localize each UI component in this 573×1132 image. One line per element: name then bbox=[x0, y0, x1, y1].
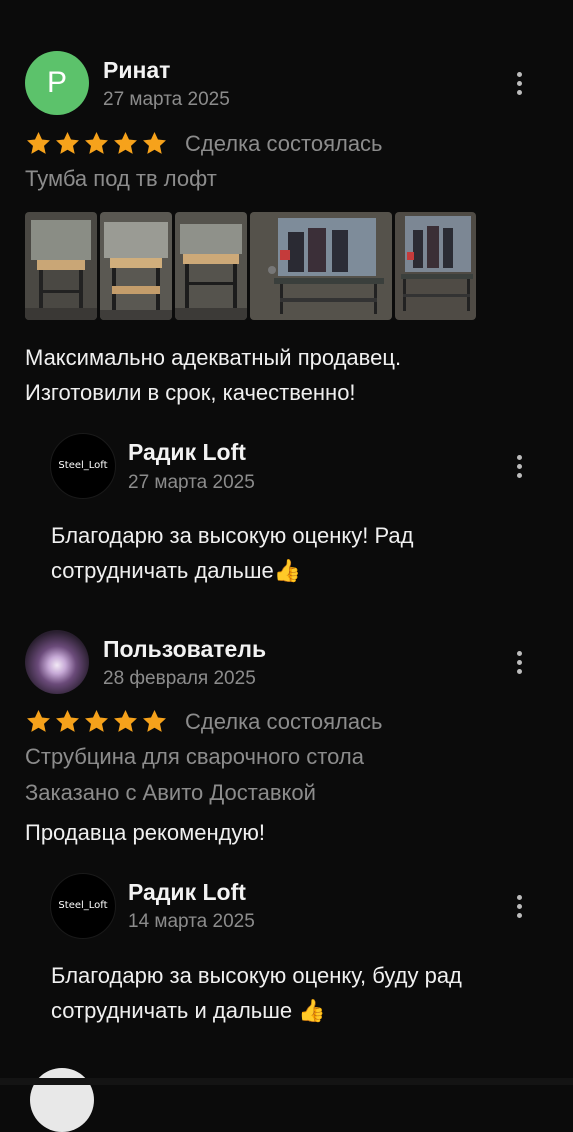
review-photos bbox=[25, 212, 476, 320]
seller-avatar[interactable]: Steel_Loft bbox=[50, 433, 116, 499]
review-photo[interactable] bbox=[250, 212, 392, 320]
more-options-icon[interactable] bbox=[509, 645, 529, 679]
avatar[interactable]: Р bbox=[25, 51, 89, 115]
reply-text-line: сотрудничать и дальше 👍 bbox=[51, 998, 326, 1023]
reply-author[interactable]: Радик Loft bbox=[128, 879, 246, 906]
seller-avatar[interactable]: Steel_Loft bbox=[50, 873, 116, 939]
deal-status: Сделка состоялась bbox=[185, 131, 383, 156]
star-icon bbox=[25, 708, 52, 735]
reply-date: 14 марта 2025 bbox=[128, 911, 255, 932]
rating-stars bbox=[25, 130, 168, 157]
seller-logo: Steel_Loft bbox=[58, 900, 108, 911]
rating-stars bbox=[25, 708, 168, 735]
more-options-icon[interactable] bbox=[509, 889, 529, 923]
delivery-note: Заказано с Авито Доставкой bbox=[25, 780, 316, 805]
star-icon bbox=[112, 708, 139, 735]
star-icon bbox=[112, 130, 139, 157]
avatar[interactable] bbox=[25, 630, 89, 694]
review-item[interactable]: Струбцина для сварочного стола bbox=[25, 744, 364, 770]
star-icon bbox=[141, 130, 168, 157]
review-author[interactable]: Ринат bbox=[103, 57, 170, 84]
review-photo[interactable] bbox=[395, 212, 476, 320]
review-text-line: Максимально адекватный продавец. bbox=[25, 345, 402, 370]
review-photo[interactable] bbox=[100, 212, 172, 320]
seller-logo: Steel_Loft bbox=[58, 460, 108, 471]
star-icon bbox=[141, 708, 168, 735]
reply-author[interactable]: Радик Loft bbox=[128, 439, 246, 466]
review-photo[interactable] bbox=[25, 212, 97, 320]
review-text-line: Продавца рекомендую! bbox=[25, 820, 266, 845]
review-photo[interactable] bbox=[175, 212, 247, 320]
more-options-icon[interactable] bbox=[509, 449, 529, 483]
review-text: Максимально адекватный продавец. Изготов… bbox=[25, 340, 401, 410]
reply-text-line: Благодарю за высокую оценку! Рад bbox=[51, 523, 414, 548]
reply-text: Благодарю за высокую оценку! Рад сотрудн… bbox=[51, 518, 413, 588]
more-options-icon[interactable] bbox=[509, 66, 529, 100]
reply-text: Благодарю за высокую оценку, буду рад со… bbox=[51, 958, 462, 1028]
review-date: 28 февраля 2025 bbox=[103, 668, 256, 689]
reply-text-line: Благодарю за высокую оценку, буду рад bbox=[51, 963, 462, 988]
star-icon bbox=[25, 130, 52, 157]
reply-text-line: сотрудничать дальше👍 bbox=[51, 558, 302, 583]
review-author[interactable]: Пользователь bbox=[103, 636, 266, 663]
star-icon bbox=[54, 130, 81, 157]
star-icon bbox=[83, 708, 110, 735]
star-icon bbox=[83, 130, 110, 157]
deal-status: Сделка состоялась bbox=[185, 709, 383, 734]
bottom-bar bbox=[0, 1078, 573, 1085]
review-date: 27 марта 2025 bbox=[103, 89, 230, 110]
avatar-letter: Р bbox=[46, 66, 67, 99]
reply-date: 27 марта 2025 bbox=[128, 472, 255, 493]
review-item[interactable]: Тумба под тв лофт bbox=[25, 166, 217, 192]
review-text: Продавца рекомендую! bbox=[25, 815, 265, 850]
review-text-line: Изготовили в срок, качественно! bbox=[25, 380, 356, 405]
star-icon bbox=[54, 708, 81, 735]
